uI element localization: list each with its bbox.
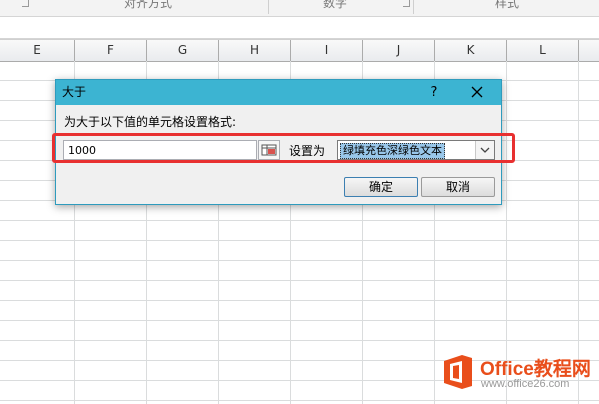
column-header[interactable]: L [507, 40, 579, 61]
grid-line [0, 280, 599, 281]
column-header[interactable]: F [75, 40, 147, 61]
watermark-url: www.office26.com [481, 378, 570, 390]
ribbon-groups-strip: 对齐方式 数字 样式 [0, 0, 599, 17]
range-select-icon [261, 144, 277, 156]
close-button[interactable] [463, 80, 491, 105]
greater-than-dialog: 大于 ? 为大于以下值的单元格设置格式: 设置为 绿填充色深绿色文本 确定 取消 [52, 79, 515, 205]
format-selected-value: 绿填充色深绿色文本 [340, 143, 445, 159]
dialog-launcher-icon[interactable] [22, 0, 29, 7]
ribbon-group-label: 对齐方式 [123, 0, 172, 10]
ribbon-separator [413, 0, 414, 14]
ribbon-separator [268, 0, 269, 14]
ribbon-group-styles[interactable]: 样式 [415, 0, 599, 16]
help-button[interactable]: ? [424, 80, 444, 105]
grid-line [0, 260, 599, 261]
dropdown-button[interactable] [475, 141, 494, 159]
ok-button[interactable]: 确定 [344, 177, 418, 197]
grid-line [0, 340, 599, 341]
grid-line [0, 400, 599, 401]
column-header[interactable]: J [363, 40, 435, 61]
chevron-down-icon [480, 147, 490, 153]
dialog-title: 大于 [62, 85, 87, 99]
format-style-select[interactable]: 绿填充色深绿色文本 [337, 140, 495, 160]
grid-line [0, 240, 599, 241]
ribbon-group-number[interactable]: 数字 [270, 0, 400, 16]
set-as-label: 设置为 [289, 144, 326, 158]
dialog-launcher-icon[interactable] [403, 0, 410, 7]
column-header-row: E F G H I J K L [0, 39, 599, 62]
dialog-titlebar[interactable]: 大于 ? [56, 80, 501, 105]
watermark-logo: Office教程网 www.office26.com [435, 349, 599, 399]
office-logo-icon [444, 355, 472, 389]
column-header[interactable]: H [219, 40, 291, 61]
threshold-value-input[interactable] [63, 140, 257, 160]
close-icon [471, 86, 483, 98]
cancel-button[interactable]: 取消 [421, 177, 495, 197]
ribbon-group-label: 样式 [494, 0, 519, 10]
watermark-title: Office教程网 [480, 359, 591, 380]
range-selector-button[interactable] [258, 140, 280, 160]
formula-bar[interactable] [0, 17, 599, 39]
column-header[interactable]: I [291, 40, 363, 61]
dialog-prompt: 为大于以下值的单元格设置格式: [64, 115, 237, 129]
grid-line [0, 300, 599, 301]
column-header[interactable]: G [147, 40, 219, 61]
ribbon-group-alignment[interactable]: 对齐方式 [30, 0, 266, 16]
grid-line [0, 220, 599, 221]
column-header[interactable]: K [435, 40, 507, 61]
grid-line [0, 320, 599, 321]
column-header[interactable]: E [0, 40, 75, 61]
ribbon-group-label: 数字 [322, 0, 347, 10]
